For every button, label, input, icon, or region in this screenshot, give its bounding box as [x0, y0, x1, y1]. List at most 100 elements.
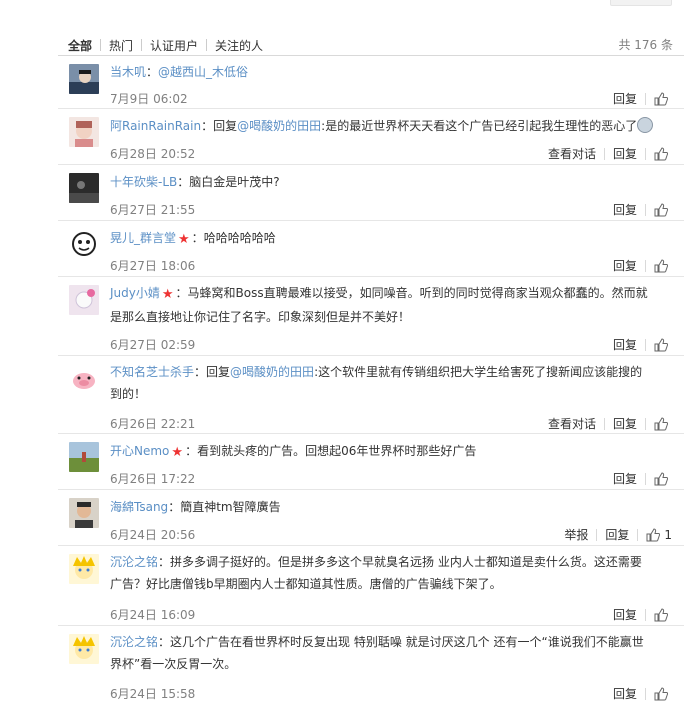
comment-item: 当木叽：@越西山_木低俗 7月9日 06:02 回复: [58, 55, 684, 108]
view-conversation-button[interactable]: 查看对话: [540, 145, 604, 162]
tab-verified[interactable]: 认证用户: [142, 37, 206, 54]
colon: ：: [191, 231, 204, 245]
comment-actions: 回复: [605, 336, 668, 353]
comment-text: 当木叽：@越西山_木低俗: [110, 61, 650, 83]
username[interactable]: 沉沦之铭: [110, 635, 158, 649]
reply-button[interactable]: 回复: [605, 415, 645, 432]
username[interactable]: Judy小婧: [110, 286, 160, 300]
colon: ：: [185, 444, 198, 458]
avatar[interactable]: [69, 173, 99, 203]
star-badge-icon: ★: [178, 232, 190, 247]
like-button[interactable]: [646, 91, 668, 106]
username[interactable]: 晃儿_群言堂: [110, 231, 176, 245]
report-button[interactable]: 举报: [556, 526, 596, 543]
comment-actions: 查看对话 回复: [540, 415, 668, 432]
avatar[interactable]: [69, 442, 99, 472]
reply-prefix: 回复: [206, 365, 231, 379]
username[interactable]: 当木叽: [110, 65, 146, 79]
timestamp: 6月24日 16:09: [110, 608, 196, 622]
avatar[interactable]: [69, 64, 99, 94]
comment-body: 看到就头疼的广告。回想起06年世界杯时那些好广告: [197, 444, 477, 458]
like-button[interactable]: [646, 471, 668, 486]
mention-link[interactable]: @越西山_木低俗: [158, 65, 248, 79]
username[interactable]: 海綿Tsang: [110, 500, 168, 514]
colon: ：: [201, 119, 214, 133]
colon: ：: [177, 175, 190, 189]
username[interactable]: 阿RainRainRain: [110, 119, 201, 133]
avatar[interactable]: [69, 364, 99, 394]
thumbs-up-icon: [654, 146, 668, 160]
comment-actions: 回复: [605, 606, 668, 623]
top-button[interactable]: [610, 0, 672, 6]
username[interactable]: 十年砍柴-LB: [110, 175, 177, 189]
like-button[interactable]: 1: [638, 528, 672, 542]
view-conversation-button[interactable]: 查看对话: [540, 415, 604, 432]
timestamp: 6月27日 18:06: [110, 259, 196, 273]
like-button[interactable]: [646, 258, 668, 273]
comment-text: 海綿Tsang：簡直神tm智障廣告: [110, 496, 650, 518]
avatar[interactable]: [69, 285, 99, 315]
reply-button[interactable]: 回复: [605, 257, 645, 274]
avatar[interactable]: [69, 229, 99, 259]
comment-body: 哈哈哈哈哈哈: [203, 231, 276, 245]
comment-item: 海綿Tsang：簡直神tm智障廣告 6月24日 20:56 举报 回复 1: [58, 489, 684, 545]
top-strip: [0, 0, 689, 8]
mention-link[interactable]: @喝酸奶的田田: [237, 119, 321, 133]
timestamp: 7月9日 06:02: [110, 92, 188, 106]
like-button[interactable]: [646, 607, 668, 622]
thumbs-up-icon: [654, 258, 668, 272]
reply-button[interactable]: 回复: [605, 606, 645, 623]
comment-text: Judy小婧 ★ ：马蜂窝和Boss直聘最难以接受，如同噪音。听到的同时觉得商家当观…: [110, 282, 650, 328]
reply-button[interactable]: 回复: [605, 470, 645, 487]
comment-actions: 回复: [605, 470, 668, 487]
avatar[interactable]: [69, 117, 99, 147]
tab-following[interactable]: 关注的人: [207, 37, 271, 54]
colon: ：: [158, 635, 171, 649]
comment-item: Judy小婧 ★ ：马蜂窝和Boss直聘最难以接受，如同噪音。听到的同时觉得商家当观…: [58, 276, 684, 355]
like-count: 1: [664, 527, 672, 542]
reply-button[interactable]: 回复: [597, 526, 637, 543]
comment-body: :是的最近世界杯天天看这个广告已经引起我生理性的恶心了: [321, 119, 638, 133]
comment-text: 晃儿_群言堂 ★ ：哈哈哈哈哈哈: [110, 227, 650, 251]
avatar[interactable]: [69, 554, 99, 584]
tab-hot[interactable]: 热门: [101, 37, 141, 54]
thumbs-up-icon: [646, 527, 661, 541]
reply-button[interactable]: 回复: [605, 336, 645, 353]
reply-button[interactable]: 回复: [605, 685, 645, 702]
thumbs-up-icon: [654, 91, 668, 105]
thumbs-up-icon: [654, 607, 668, 621]
comment-actions: 举报 回复 1: [556, 526, 672, 543]
timestamp: 6月27日 02:59: [110, 338, 196, 352]
reply-button[interactable]: 回复: [605, 90, 645, 107]
comment-count: 共 176 条: [618, 38, 673, 52]
comment-body: 脑白金是叶茂中?: [189, 175, 280, 189]
avatar[interactable]: [69, 634, 99, 664]
reply-button[interactable]: 回复: [605, 201, 645, 218]
comment-item: 阿RainRainRain：回复@喝酸奶的田田:是的最近世界杯天天看这个广告已经…: [58, 108, 684, 164]
avatar[interactable]: [69, 498, 99, 528]
like-button[interactable]: [646, 416, 668, 431]
colon: ：: [158, 555, 171, 569]
timestamp: 6月26日 17:22: [110, 472, 196, 486]
thumbs-up-icon: [654, 337, 668, 351]
username[interactable]: 不知名芝士杀手: [110, 365, 194, 379]
colon: ：: [146, 65, 159, 79]
username[interactable]: 沉沦之铭: [110, 555, 158, 569]
like-button[interactable]: [646, 337, 668, 352]
colon: ：: [194, 365, 207, 379]
comment-text: 开心Nemo ★ ：看到就头疼的广告。回想起06年世界杯时那些好广告: [110, 440, 650, 464]
like-button[interactable]: [646, 686, 668, 701]
reply-button[interactable]: 回复: [605, 145, 645, 162]
username[interactable]: 开心Nemo: [110, 444, 169, 458]
like-button[interactable]: [646, 146, 668, 161]
comment-text: 沉沦之铭：这几个广告在看世界杯时反复出现 特别聒噪 就是讨厌这几个 还有一个“谁…: [110, 631, 650, 675]
timestamp: 6月24日 15:58: [110, 687, 196, 701]
timestamp: 6月24日 20:56: [110, 528, 196, 542]
tab-all[interactable]: 全部: [68, 37, 100, 54]
like-button[interactable]: [646, 202, 668, 217]
thumbs-up-icon: [654, 416, 668, 430]
star-badge-icon: ★: [171, 445, 184, 460]
mention-link[interactable]: @喝酸奶的田田: [230, 365, 314, 379]
reply-prefix: 回复: [213, 119, 238, 133]
star-badge-icon: ★: [161, 287, 174, 302]
